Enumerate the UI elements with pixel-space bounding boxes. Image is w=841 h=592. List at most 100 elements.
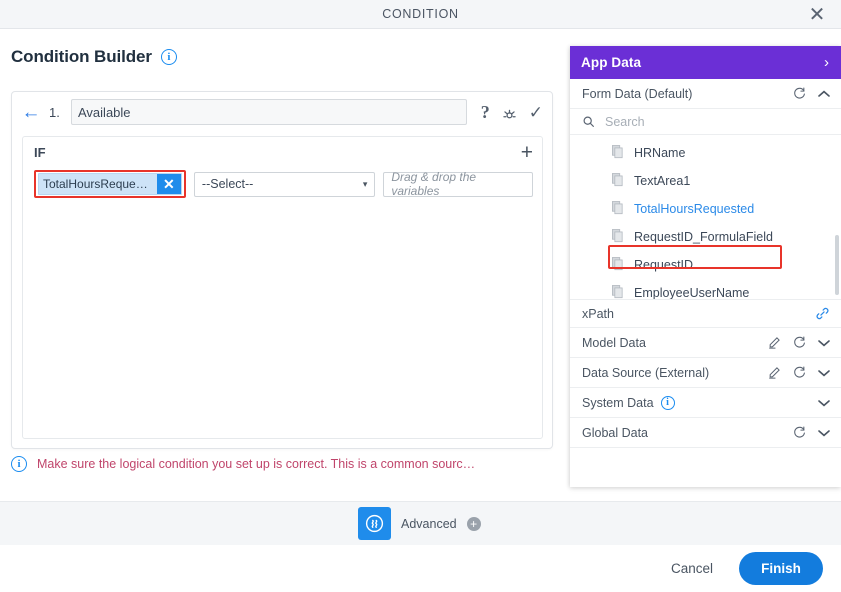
section-global-data[interactable]: Global Data [570, 418, 841, 448]
if-label: IF [34, 144, 46, 160]
list-item[interactable]: TextArea1 [570, 167, 841, 195]
variable-chip[interactable]: TotalHoursReque… ✕ [38, 173, 182, 195]
list-scrollbar[interactable] [835, 235, 839, 295]
section-model-data[interactable]: Model Data [570, 328, 841, 358]
list-item-selected[interactable]: TotalHoursRequested [570, 195, 841, 223]
value-dropzone-placeholder: Drag & drop the variables [391, 170, 477, 198]
app-data-header[interactable]: App Data › [570, 46, 841, 79]
refresh-icon[interactable] [793, 87, 806, 100]
xpath-row[interactable]: xPath [570, 299, 841, 328]
advanced-icon[interactable] [358, 507, 391, 540]
advanced-add-icon[interactable]: + [466, 516, 481, 531]
condition-index: 1. [49, 104, 60, 120]
condition-card: ← 1. ? ✓ [11, 91, 553, 449]
if-header-row: IF + [23, 137, 542, 167]
refresh-icon[interactable] [793, 366, 806, 379]
edit-icon[interactable] [768, 366, 781, 379]
expression-row: TotalHoursReque… ✕ --Select-- ▾ Drag & d… [23, 167, 542, 198]
chevron-down-icon[interactable] [818, 337, 830, 349]
section-model-data-label: Model Data [582, 335, 646, 350]
section-global-data-icons [793, 426, 830, 439]
refresh-icon[interactable] [793, 336, 806, 349]
chevron-down-icon[interactable] [818, 397, 830, 409]
section-form-data[interactable]: Form Data (Default) [570, 79, 841, 109]
list-item[interactable]: HRName [570, 139, 841, 167]
warning-info-icon: i [11, 456, 27, 472]
edit-icon[interactable] [768, 336, 781, 349]
section-system-data-icons [818, 397, 830, 409]
variable-list: HRName TextArea1 TotalHoursRequested Req… [570, 135, 841, 299]
variable-chip-label: TotalHoursReque… [43, 177, 148, 191]
page-title: Condition Builder [11, 47, 152, 66]
warning-text: Make sure the logical condition you set … [37, 457, 476, 471]
list-item-label: RequestID [634, 258, 694, 272]
advanced-bar: Advanced + [0, 501, 841, 545]
operator-select[interactable]: --Select-- ▾ [193, 171, 376, 197]
dialog-footer: Cancel Finish [0, 545, 841, 592]
confirm-icon[interactable]: ✓ [529, 104, 543, 121]
variable-chip-highlight: TotalHoursReque… ✕ [34, 170, 186, 198]
section-system-data[interactable]: System Data i [570, 388, 841, 418]
section-data-source-label: Data Source (External) [582, 365, 710, 380]
link-icon[interactable] [815, 306, 830, 321]
chevron-down-icon[interactable] [818, 427, 830, 439]
section-form-data-icons [793, 87, 830, 100]
app-data-title: App Data [581, 55, 642, 70]
chevron-up-icon[interactable] [818, 88, 830, 100]
section-global-data-label: Global Data [582, 425, 649, 440]
search-row [570, 109, 841, 135]
condition-name-input[interactable] [71, 99, 467, 125]
refresh-icon[interactable] [793, 426, 806, 439]
section-system-data-text: System Data [582, 395, 654, 410]
info-icon[interactable]: i [160, 49, 177, 65]
xpath-label: xPath [582, 306, 614, 321]
search-icon [582, 115, 595, 128]
condition-header-icons: ? ✓ [475, 103, 543, 121]
document-icon [612, 144, 625, 162]
advanced-group: Advanced + [358, 507, 481, 540]
section-data-source-icons [768, 366, 830, 379]
list-item-label: EmployeeUserName [634, 286, 750, 299]
section-system-data-label: System Data i [582, 395, 675, 410]
document-icon [612, 284, 625, 300]
help-icon[interactable]: ? [481, 103, 490, 121]
advanced-label: Advanced [401, 516, 457, 531]
list-item-label: HRName [634, 146, 686, 160]
list-item-label: TotalHoursRequested [634, 202, 755, 216]
list-item[interactable]: RequestID_FormulaField [570, 223, 841, 251]
cancel-button[interactable]: Cancel [667, 555, 717, 582]
debug-icon[interactable] [501, 104, 518, 121]
close-icon[interactable]: ✕ [805, 3, 829, 27]
page-title-row: Condition Builder i [0, 29, 570, 67]
back-arrow-icon[interactable]: ← [21, 103, 41, 122]
condition-builder-pane: Condition Builder i ← 1. ? [0, 29, 570, 492]
chevron-right-icon[interactable]: › [824, 55, 829, 70]
dialog-title: CONDITION [382, 7, 459, 21]
operator-select-value: --Select-- [201, 177, 254, 191]
document-icon [612, 172, 625, 190]
chevron-down-icon[interactable] [818, 367, 830, 379]
dialog-titlebar: CONDITION ✕ [0, 0, 841, 29]
finish-button[interactable]: Finish [739, 552, 823, 585]
section-form-data-label: Form Data (Default) [582, 86, 693, 101]
document-icon [612, 228, 625, 246]
if-block: IF + TotalHoursReque… ✕ --Select-- ▾ Dra… [22, 136, 543, 439]
section-data-source-external[interactable]: Data Source (External) [570, 358, 841, 388]
warning-row: i Make sure the logical condition you se… [11, 456, 556, 472]
add-condition-icon[interactable]: + [521, 142, 533, 163]
list-item[interactable]: RequestID [570, 251, 841, 279]
search-input[interactable] [603, 113, 830, 130]
chip-remove-icon[interactable]: ✕ [156, 174, 181, 194]
info-icon[interactable]: i [660, 395, 675, 410]
document-icon [612, 256, 625, 274]
document-icon [612, 200, 625, 218]
condition-header: ← 1. ? ✓ [12, 92, 552, 132]
chevron-down-icon: ▾ [362, 178, 368, 189]
condition-dialog: CONDITION ✕ Condition Builder i ← 1. ? [0, 0, 841, 592]
list-item[interactable]: EmployeeUserName [570, 279, 841, 299]
value-dropzone[interactable]: Drag & drop the variables [383, 170, 533, 198]
app-data-panel: App Data › Form Data (Default) Search HR… [570, 46, 841, 487]
section-model-data-icons [768, 336, 830, 349]
list-item-label: TextArea1 [634, 174, 691, 188]
list-item-label: RequestID_FormulaField [634, 230, 773, 244]
